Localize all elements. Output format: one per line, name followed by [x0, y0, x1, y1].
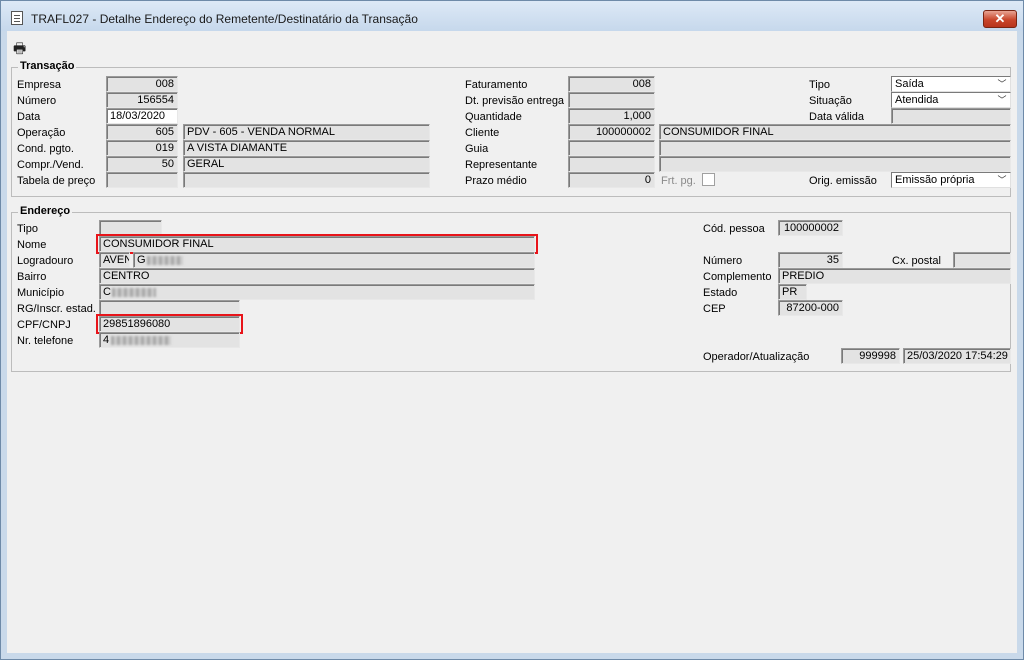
empresa-label: Empresa — [17, 79, 62, 91]
end-numero-label: Número — [703, 255, 743, 267]
cliente-label: Cliente — [465, 127, 500, 139]
prazo-medio-field[interactable]: 0 — [568, 172, 655, 188]
cod-pessoa-label: Cód. pessoa — [703, 223, 765, 235]
guia-code-field[interactable] — [568, 140, 655, 156]
compr-vend-desc-field: GERAL — [183, 156, 430, 172]
representante-label: Representante — [465, 159, 538, 171]
complemento-field[interactable]: PREDIO — [778, 268, 1011, 284]
situacao-select-value: Atendida — [895, 94, 939, 106]
frt-pg-label: Frt. pg. — [661, 175, 696, 187]
window-title: TRAFL027 - Detalhe Endereço do Remetente… — [31, 12, 418, 26]
faturamento-field[interactable]: 008 — [568, 76, 655, 92]
orig-emissao-select[interactable]: Emissão própria ﹀ — [891, 172, 1011, 188]
tabela-preco-label: Tabela de preço — [17, 175, 96, 187]
cond-pgto-desc-field: A VISTA DIAMANTE — [183, 140, 430, 156]
representante-desc-field — [659, 156, 1011, 172]
data-valida-label: Data válida — [809, 111, 865, 123]
redacted-mask — [146, 255, 183, 265]
cep-label: CEP — [703, 303, 726, 315]
cpf-highlight-box — [96, 314, 243, 334]
close-button[interactable]: ✕ — [983, 10, 1017, 28]
orig-emissao-label: Orig. emissão — [809, 175, 877, 187]
operacao-label: Operação — [17, 127, 66, 139]
cx-postal-field[interactable] — [953, 252, 1011, 268]
quantidade-field[interactable]: 1,000 — [568, 108, 655, 124]
endereco-title: Endereço — [18, 205, 73, 217]
logradouro-value: G — [137, 254, 146, 266]
end-numero-field[interactable]: 35 — [778, 252, 843, 268]
situacao-label: Situação — [809, 95, 852, 107]
guia-desc-field — [659, 140, 1011, 156]
chevron-down-icon[interactable]: ﹀ — [995, 174, 1009, 186]
telefone-label: Nr. telefone — [17, 335, 74, 347]
cond-pgto-code-field[interactable]: 019 — [106, 140, 178, 156]
tipo-select[interactable]: Saída ﹀ — [891, 76, 1011, 92]
empresa-field[interactable]: 008 — [106, 76, 178, 92]
transacao-title: Transação — [18, 60, 77, 72]
municipio-field[interactable]: C — [99, 284, 535, 300]
telefone-field[interactable]: 4 — [99, 332, 240, 348]
tipo-label: Tipo — [809, 79, 830, 91]
document-icon — [11, 11, 23, 25]
faturamento-label: Faturamento — [465, 79, 528, 91]
end-tipo-label: Tipo — [17, 223, 38, 235]
operador-code-field[interactable]: 999998 — [841, 348, 900, 364]
estado-label: Estado — [703, 287, 738, 299]
municipio-label: Município — [17, 287, 65, 299]
cx-postal-label: Cx. postal — [892, 255, 941, 267]
client-area: 🖶 Transação Empresa 008 Número 156554 Da… — [7, 31, 1017, 653]
logradouro-label: Logradouro — [17, 255, 74, 267]
prazo-medio-label: Prazo médio — [465, 175, 527, 187]
compr-vend-label: Compr./Vend. — [17, 159, 84, 171]
data-field[interactable]: 18/03/2020 — [106, 108, 178, 124]
logradouro-field[interactable]: G — [133, 252, 535, 268]
logradouro-type-field[interactable]: AVEN — [99, 252, 130, 268]
chevron-down-icon[interactable]: ﹀ — [995, 78, 1009, 90]
frt-pg-checkbox[interactable] — [702, 173, 715, 186]
operador-label: Operador/Atualização — [703, 351, 810, 363]
cpf-cnpj-label: CPF/CNPJ — [17, 319, 71, 331]
tipo-select-value: Saída — [895, 78, 924, 90]
title-bar[interactable]: TRAFL027 - Detalhe Endereço do Remetente… — [1, 1, 1023, 31]
guia-label: Guia — [465, 143, 489, 155]
cond-pgto-label: Cond. pgto. — [17, 143, 74, 155]
operador-datetime-field: 25/03/2020 17:54:29 — [903, 348, 1011, 364]
quantidade-label: Quantidade — [465, 111, 522, 123]
compr-vend-code-field[interactable]: 50 — [106, 156, 178, 172]
operacao-desc-field: PDV - 605 - VENDA NORMAL — [183, 124, 430, 140]
data-label: Data — [17, 111, 41, 123]
cliente-code-field[interactable]: 100000002 — [568, 124, 655, 140]
printer-icon[interactable]: 🖶 — [13, 40, 29, 56]
numero-field[interactable]: 156554 — [106, 92, 178, 108]
situacao-select[interactable]: Atendida ﹀ — [891, 92, 1011, 108]
rg-label: RG/Inscr. estad. — [17, 303, 96, 315]
operacao-code-field[interactable]: 605 — [106, 124, 178, 140]
cod-pessoa-field[interactable]: 100000002 — [778, 220, 843, 236]
data-valida-field[interactable] — [891, 108, 1011, 124]
municipio-value: C — [103, 286, 111, 298]
numero-label: Número — [17, 95, 57, 107]
telefone-value: 4 — [103, 334, 110, 346]
chevron-down-icon[interactable]: ﹀ — [995, 94, 1009, 106]
redacted-mask — [111, 335, 172, 345]
tabela-preco-code-field[interactable] — [106, 172, 178, 188]
dt-previsao-field[interactable] — [568, 92, 655, 108]
complemento-label: Complemento — [703, 271, 772, 283]
app-window: TRAFL027 - Detalhe Endereço do Remetente… — [0, 0, 1024, 660]
redacted-mask — [111, 287, 156, 297]
cep-field[interactable]: 87200-000 — [778, 300, 843, 316]
bairro-label: Bairro — [17, 271, 47, 283]
orig-emissao-select-value: Emissão própria — [895, 174, 975, 186]
cliente-desc-field: CONSUMIDOR FINAL — [659, 124, 1011, 140]
estado-field[interactable]: PR — [778, 284, 807, 300]
dt-previsao-label: Dt. previsão entrega — [465, 95, 565, 107]
bairro-field[interactable]: CENTRO — [99, 268, 535, 284]
tabela-preco-desc-field — [183, 172, 430, 188]
nome-label: Nome — [17, 239, 47, 251]
nome-highlight-box — [96, 234, 538, 254]
representante-code-field[interactable] — [568, 156, 655, 172]
